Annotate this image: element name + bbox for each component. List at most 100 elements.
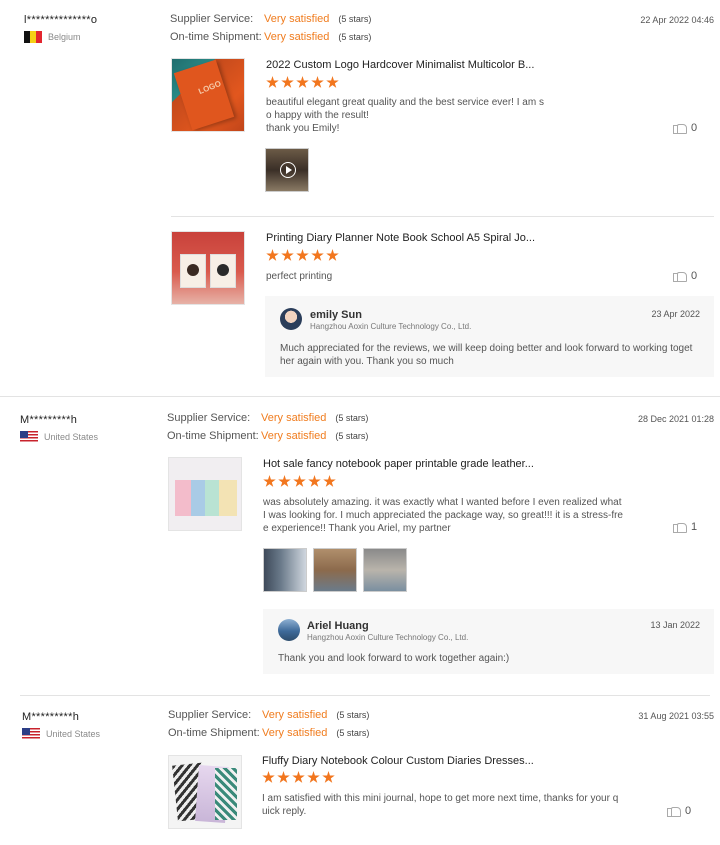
star-icon [296,249,309,261]
reply-date: 13 Jan 2022 [650,620,700,630]
country-name: Belgium [48,32,81,42]
shipment-stars: (5 stars) [335,431,369,441]
reviewer-name: M*********h [22,711,80,723]
review-card: M*********h United States Supplier Servi… [0,697,720,845]
like-button[interactable]: 0 [673,270,697,282]
product-title[interactable]: Hot sale fancy notebook paper printable … [263,458,534,470]
star-icon [323,475,336,487]
supplier-service-label: Supplier Service: [168,709,252,721]
reply-author-name: emily Sun [310,309,362,321]
supplier-service-label: Supplier Service: [167,412,251,424]
reviewer-info: M*********h United States [20,414,98,443]
star-icon [326,76,339,88]
divider [171,216,714,217]
shipment-value: Very satisfied [264,31,330,43]
reviewer-country: Belgium [24,31,97,43]
reviewer-info: M*********h United States [22,711,100,740]
country-name: United States [46,729,101,739]
review-text-line: thank you Emily! [266,123,340,134]
review-video-thumbnail[interactable] [265,148,309,192]
shipment-stars: (5 stars) [336,728,370,738]
product-rating-stars [266,76,339,89]
shipment-value: Very satisfied [261,430,327,442]
avatar [278,619,300,641]
thumbs-up-icon [673,270,687,282]
rating-summary: Supplier Service: Very satisfied (5 star… [167,412,368,448]
like-count: 0 [685,805,692,817]
product-image[interactable] [168,755,242,829]
like-button[interactable]: 1 [673,521,697,533]
like-count: 0 [691,270,698,282]
product-rating-stars [266,249,339,262]
reviewer-name: M*********h [20,414,78,426]
review-text: was absolutely amazing. it was exactly w… [263,497,623,534]
shipment-value: Very satisfied [262,727,328,739]
review-date: 28 Dec 2021 01:28 [637,414,714,424]
review-text: I am satisfied with this mini journal, h… [262,793,619,817]
reviewer-country: United States [22,728,100,740]
review-card: l**************o Belgium Supplier Servic… [0,0,720,396]
product-rating-stars [263,475,336,488]
notebook-shape [173,59,235,131]
review-photo[interactable] [363,548,407,592]
product-rating-stars [262,771,335,784]
star-icon [262,771,275,783]
reviewer-country: United States [20,431,98,443]
star-icon [266,76,279,88]
reply-author-name: Ariel Huang [307,620,369,632]
rating-summary: Supplier Service: Very satisfied (5 star… [170,13,371,49]
shipment-label: On-time Shipment: [170,31,262,43]
belgium-flag-icon [24,31,42,43]
like-button[interactable]: 0 [667,805,691,817]
product-image[interactable]: LOGO [171,58,245,132]
product-title[interactable]: Fluffy Diary Notebook Colour Custom Diar… [262,755,534,767]
supplier-service-stars: (5 stars) [338,14,372,24]
star-icon [278,475,291,487]
product-title[interactable]: Printing Diary Planner Note Book School … [266,232,535,244]
notebook-shape [210,254,236,288]
thumbs-up-icon [673,521,687,533]
star-icon [292,771,305,783]
reply-date: 23 Apr 2022 [651,309,700,319]
review-text: perfect printing [266,271,333,282]
reply-company: Hangzhou Aoxin Culture Technology Co., L… [310,322,472,331]
supplier-reply: emily Sun Hangzhou Aoxin Culture Technol… [265,296,714,377]
supplier-service-value: Very satisfied [261,412,327,424]
supplier-service-stars: (5 stars) [335,413,369,423]
review-photo[interactable] [313,548,357,592]
star-icon [296,76,309,88]
notebook-shape [215,768,237,820]
star-icon [322,771,335,783]
country-name: United States [44,432,99,442]
like-count: 1 [691,521,698,533]
product-image[interactable] [171,231,245,305]
like-button[interactable]: 0 [673,122,697,134]
review-card: M*********h United States Supplier Servi… [0,398,720,695]
star-icon [266,249,279,261]
notebook-shape [219,480,237,516]
like-count: 0 [691,122,698,134]
thumbs-up-icon [673,122,687,134]
review-date: 31 Aug 2021 03:55 [638,711,714,721]
review-date: 22 Apr 2022 04:46 [640,15,714,25]
review-divider [0,396,720,397]
shipment-stars: (5 stars) [338,32,372,42]
shipment-label: On-time Shipment: [167,430,259,442]
reply-text: Thank you and look forward to work toget… [278,653,510,664]
supplier-service-label: Supplier Service: [170,13,254,25]
thumbs-up-icon [667,805,681,817]
review-divider [20,695,710,696]
star-icon [311,76,324,88]
star-icon [281,249,294,261]
reviewer-name: l**************o [24,14,98,26]
star-icon [311,249,324,261]
product-title[interactable]: 2022 Custom Logo Hardcover Minimalist Mu… [266,59,534,71]
star-icon [308,475,321,487]
review-photo[interactable] [263,548,307,592]
star-icon [293,475,306,487]
rating-summary: Supplier Service: Very satisfied (5 star… [168,709,369,745]
product-image[interactable] [168,457,242,531]
supplier-service-value: Very satisfied [262,709,328,721]
supplier-reply: Ariel Huang Hangzhou Aoxin Culture Techn… [263,609,714,674]
review-text: beautiful elegant great quality and the … [266,96,546,135]
